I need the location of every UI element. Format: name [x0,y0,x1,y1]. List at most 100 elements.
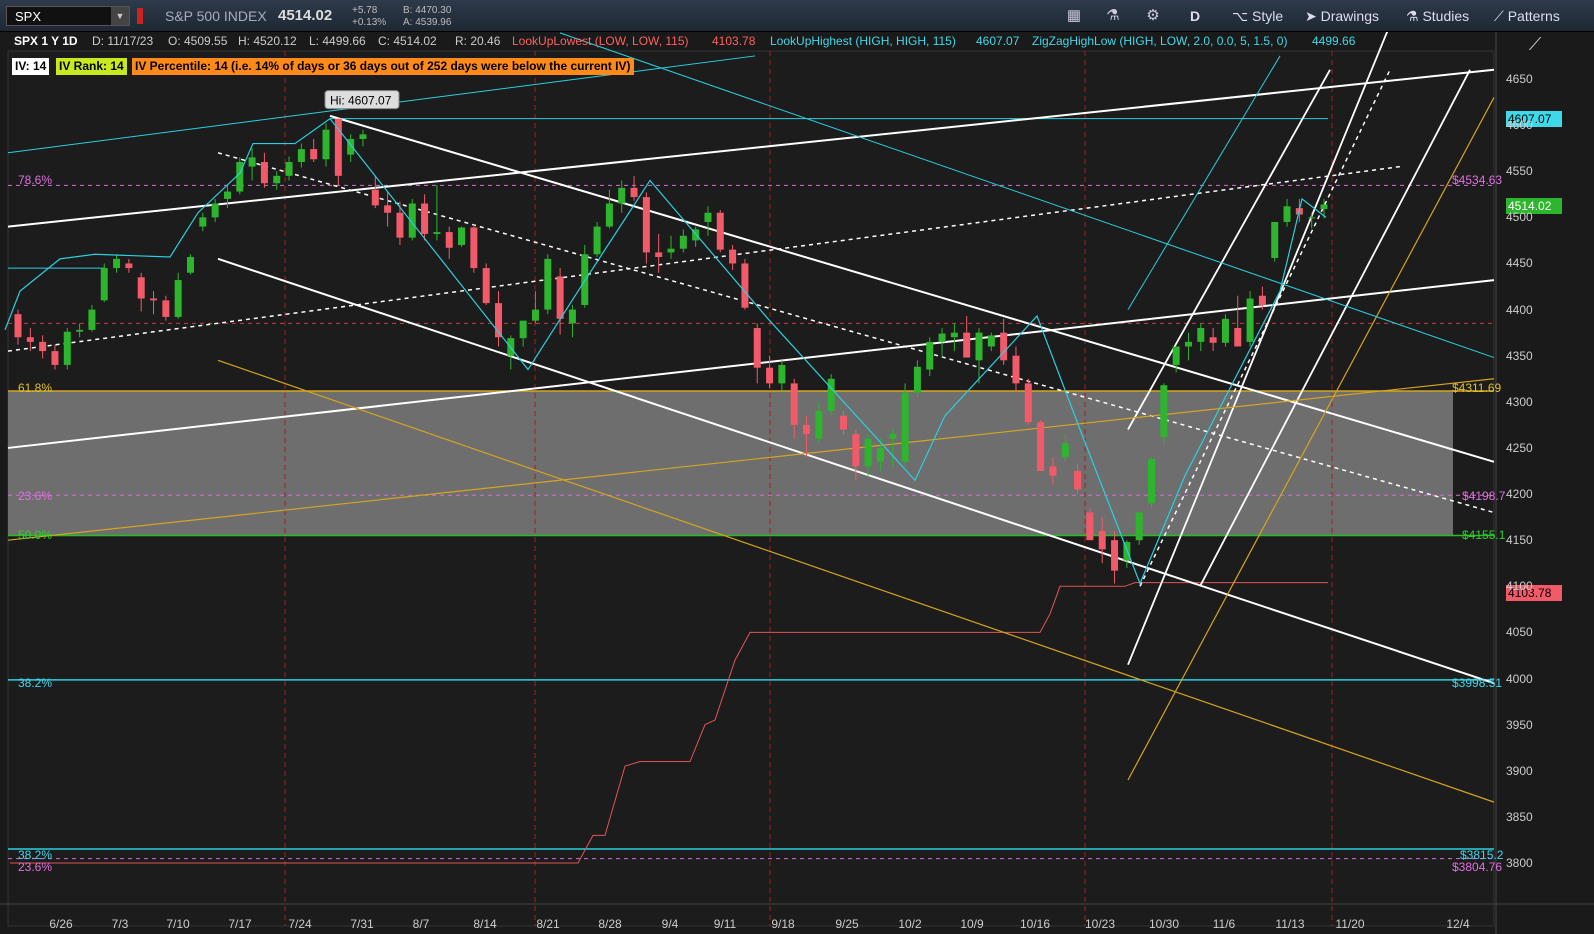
drawing-tool-icon[interactable]: ⟋ [1520,34,1550,54]
date-tick-label: 7/17 [228,917,252,931]
candle-body [125,263,133,269]
patterns-button[interactable]: ⟋ Patterns [1494,6,1560,26]
candle-body [1271,221,1279,258]
date-tick-label: 7/3 [111,917,129,931]
candle-body [790,383,798,425]
candle-body [1086,512,1094,541]
date-tick-label: 9/11 [713,917,737,931]
candle-body [667,248,675,253]
candle-body [864,438,872,467]
candle-body [716,212,724,250]
patterns-label: Patterns [1507,8,1560,24]
candle-body [1098,530,1106,550]
drawings-label: Drawings [1320,8,1379,24]
date-tick-label: 7/10 [166,917,190,931]
level-3804-label: $3804.76 [1452,860,1503,874]
iv-rank-badge: IV Rank: 14 [56,58,127,75]
candle-body [310,149,318,160]
candle-body [605,203,613,227]
symbol-input[interactable]: SPX ▼ [6,6,130,26]
study-lookuphighest[interactable]: LookUpHighest (HIGH, HIGH, 115) [770,33,956,49]
gear-icon[interactable]: ⚙ [1143,6,1163,26]
flag-icon[interactable] [137,8,143,24]
candle-body [815,411,823,439]
candle-body [655,252,663,258]
studies-label: Studies [1422,8,1470,24]
candle-body [1037,422,1045,471]
net-change: +5.78 [352,5,378,16]
candle-body [39,341,47,352]
candle-body [1135,512,1143,541]
candle-body [1024,383,1032,423]
candle-body [519,320,527,339]
candle-body [1061,443,1069,458]
iv-badge: IV: 14 [12,58,50,75]
candle-body [938,333,946,342]
candle-body [1246,298,1254,342]
date-tick-label: 10/9 [960,917,984,931]
chevron-down-icon[interactable]: ▼ [111,7,129,25]
fib-236b-label: 23.6% [18,860,53,874]
candle-body [63,331,71,365]
candle-body [1184,341,1192,347]
price-chart[interactable]: Hi: 4607.07 [0,32,1594,934]
candle-body [556,276,564,319]
drawings-button[interactable]: ➤ Drawings [1305,6,1379,26]
cursor-icon: ➤ [1305,8,1321,24]
candle-body [679,235,687,249]
candle-body [950,332,958,338]
candle-body [1221,318,1229,343]
candle-body [1258,295,1266,305]
price-tick-label: 4200 [1506,487,1533,502]
price-tick-label: 3950 [1506,717,1533,732]
candle-body [470,227,478,269]
candle-body [113,258,121,269]
candle-body [704,212,712,222]
candle-body [137,277,145,299]
candle-body [839,415,847,430]
price-tick-label: 4300 [1506,394,1533,409]
studies-button[interactable]: ⚗ Studies [1406,6,1469,26]
candle-body [1234,328,1242,347]
candle-body [211,203,219,218]
candle-body [150,298,158,301]
candle-body [359,134,367,139]
date-tick-label: 11/20 [1335,917,1365,931]
candle-body [285,162,293,176]
candle-body [1148,459,1156,504]
date-tick-label: 9/4 [661,917,679,931]
date-tick-label: 12/4 [1446,917,1470,931]
candle-body [396,212,404,238]
candle-body [1111,540,1119,571]
candle-body [753,328,761,368]
date-tick-label: 8/7 [412,917,430,931]
close-value: C: 4514.02 [378,34,437,48]
candle-body [531,309,539,321]
price-tick-label: 4250 [1506,440,1533,455]
level-4534-label: $4534.63 [1452,173,1503,187]
flask-icon[interactable]: ⚗ [1103,6,1123,26]
high-value: H: 4520.12 [238,34,297,48]
candle-body [371,189,379,206]
price-tick-label: 4600 [1506,118,1533,133]
candle-body [384,205,392,213]
candle-body [618,187,626,204]
fib-786-label: 78.6% [18,173,53,187]
study-lookuplowest-value: 4103.78 [712,34,756,48]
candle-body [260,162,268,184]
study-zigzag[interactable]: ZigZagHighLow (HIGH, LOW, 2.0, 0.0, 5, 1… [1032,33,1287,49]
fib-618-label: 61.8% [18,381,53,395]
date-tick-label: 7/31 [350,917,374,931]
candle-body [14,314,22,338]
ask-price: A: 4539.96 [403,17,452,28]
style-button[interactable]: ⌥ Style [1232,6,1283,26]
date-tick-label: 10/23 [1084,917,1116,931]
candle-body [88,309,96,330]
fib-500-label: 50.0% [18,528,53,542]
timeframe-button[interactable]: D [1190,6,1200,26]
date-tick-label: 11/6 [1212,917,1236,931]
price-tick-label: 4450 [1506,256,1533,271]
study-lookuplowest[interactable]: LookUpLowest (LOW, LOW, 115) [512,33,689,49]
calendar-icon[interactable]: ▦ [1064,6,1084,26]
candle-body [76,329,84,332]
